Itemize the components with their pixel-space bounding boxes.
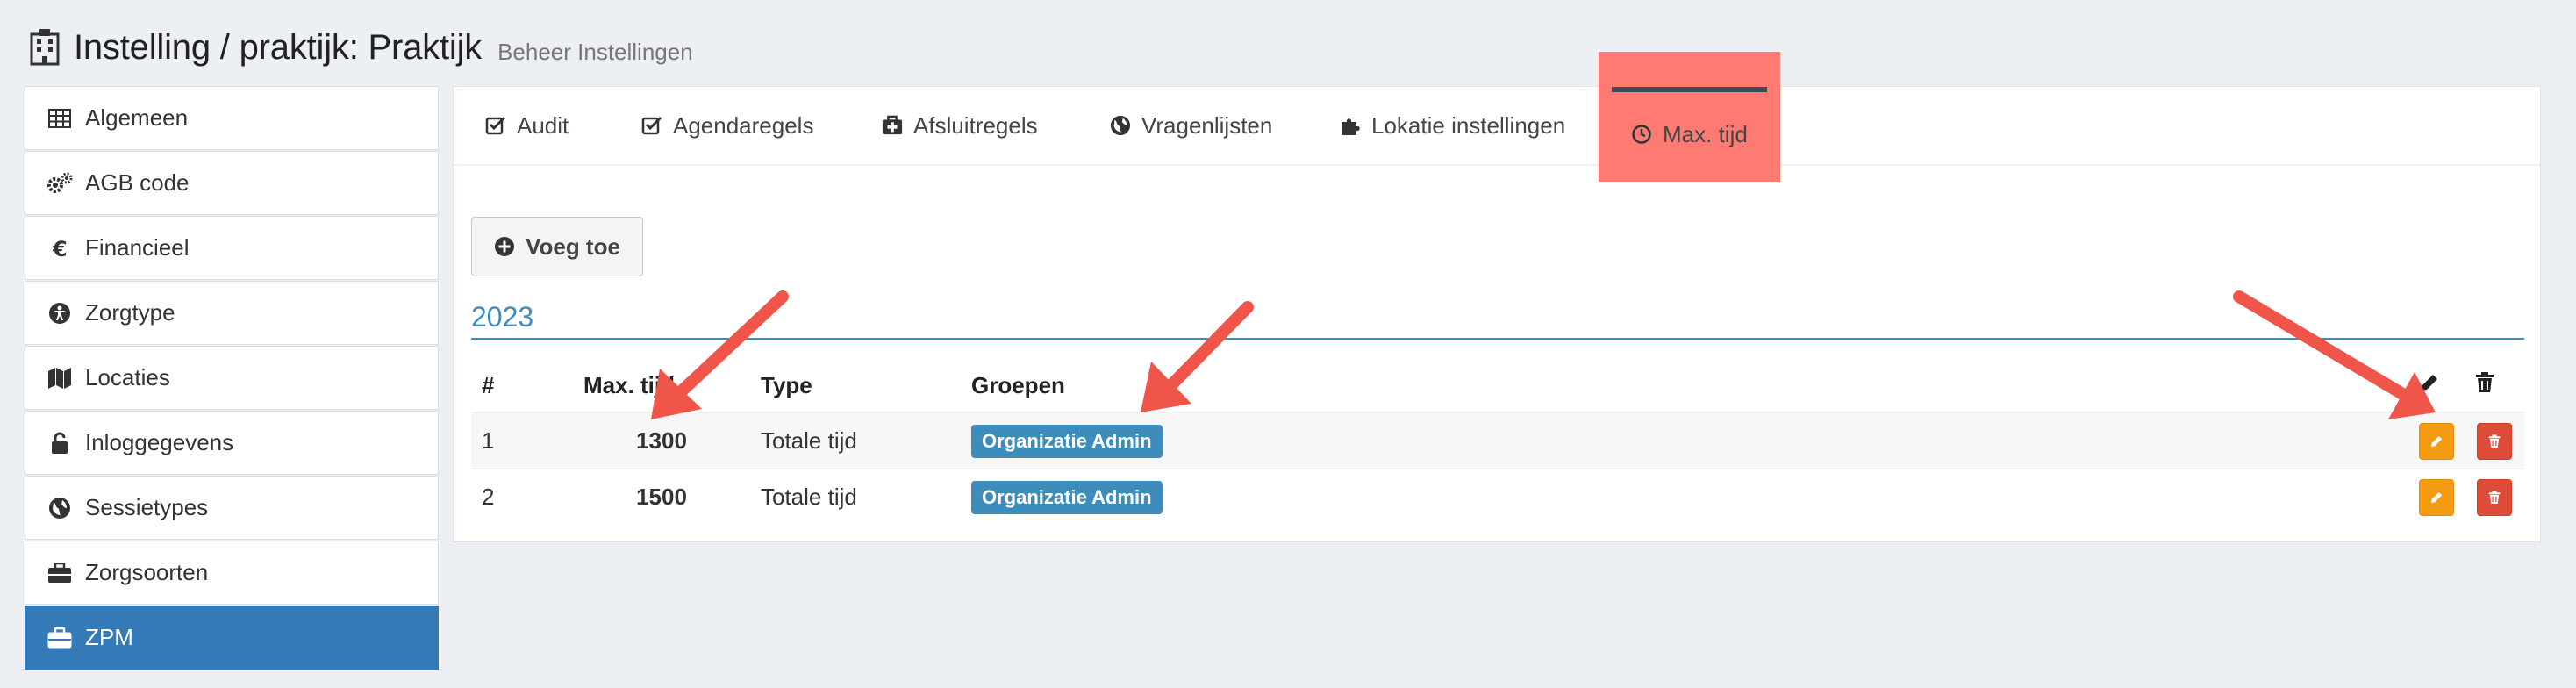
tab-audit[interactable]: Audit <box>485 87 569 164</box>
tab-bar: Audit Agendaregels Afsluitregels Vragenl… <box>454 52 2540 182</box>
check-square-icon <box>485 115 506 136</box>
sidebar-item-agb-code[interactable]: AGB code <box>25 151 439 215</box>
add-button[interactable]: Voeg toe <box>471 217 643 276</box>
row-max-tijd: 1300 <box>573 412 750 469</box>
sidebar-item-label: Inloggegevens <box>85 429 234 455</box>
tab-vragenlijsten[interactable]: Vragenlijsten <box>1110 87 1272 164</box>
row-max-tijd: 1500 <box>573 469 750 525</box>
table-header-row: # Max. tijd Type Groepen <box>471 359 2524 413</box>
row-delete-cell <box>2465 412 2524 469</box>
globe-icon <box>1110 115 1131 136</box>
row-delete-cell <box>2465 469 2524 525</box>
tab-agendaregels[interactable]: Agendaregels <box>641 87 813 164</box>
column-header-type: Type <box>750 359 961 413</box>
sidebar-item-locaties[interactable]: Locaties <box>25 346 439 410</box>
year-divider <box>471 338 2524 340</box>
table-icon <box>47 105 73 132</box>
page-title: Instelling / praktijk: Praktijk <box>74 27 483 67</box>
row-edit-cell <box>2408 469 2465 525</box>
max-time-table: # Max. tijd Type Groepen 1 1300 Totale t… <box>471 359 2524 525</box>
row-groups: Organizatie Admin <box>961 412 2408 469</box>
trash-icon <box>2488 490 2501 504</box>
delete-button[interactable] <box>2477 478 2512 516</box>
year-heading: 2023 <box>471 301 534 333</box>
sidebar-item-label: Zorgsoorten <box>85 559 209 585</box>
globe-icon <box>47 495 73 521</box>
page-subtitle: Beheer Instellingen <box>497 38 693 65</box>
settings-sidebar: Algemeen AGB code € Financieel Zorgtype … <box>25 86 439 670</box>
row-groups: Organizatie Admin <box>961 469 2408 525</box>
sidebar-item-zpm[interactable]: ZPM <box>25 606 439 670</box>
tab-max-tijd[interactable]: Max. tijd <box>1599 52 1780 182</box>
tab-afsluitregels[interactable]: Afsluitregels <box>882 87 1038 164</box>
tab-label: Afsluitregels <box>913 111 1038 139</box>
row-number: 2 <box>471 469 573 525</box>
column-header-num: # <box>471 359 573 413</box>
sidebar-item-algemeen[interactable]: Algemeen <box>25 86 439 150</box>
sidebar-item-label: Locaties <box>85 364 170 391</box>
pencil-icon <box>2431 491 2442 503</box>
map-icon <box>47 365 73 391</box>
sidebar-item-inloggegevens[interactable]: Inloggegevens <box>25 411 439 475</box>
active-tab-indicator <box>1612 87 1767 92</box>
tab-label: Max. tijd <box>1663 120 1748 147</box>
briefcase-icon <box>47 560 73 586</box>
clock-icon <box>1631 124 1652 145</box>
check-square-icon <box>641 115 662 136</box>
universal-access-icon <box>47 300 73 326</box>
sidebar-item-label: Zorgtype <box>85 299 175 326</box>
sidebar-item-zorgsoorten[interactable]: Zorgsoorten <box>25 541 439 605</box>
column-header-groepen: Groepen <box>961 359 2408 413</box>
sidebar-item-label: Algemeen <box>85 104 189 131</box>
building-icon <box>30 29 60 66</box>
row-number: 1 <box>471 412 573 469</box>
sidebar-item-label: AGB code <box>85 169 190 196</box>
group-badge: Organizatie Admin <box>971 480 1163 514</box>
tab-label: Agendaregels <box>673 111 814 139</box>
sidebar-item-financieel[interactable]: € Financieel <box>25 216 439 280</box>
euro-icon: € <box>47 235 73 262</box>
tab-lokatie-instellingen[interactable]: Lokatie instellingen <box>1340 87 1565 164</box>
column-header-delete <box>2465 359 2524 413</box>
unlock-icon <box>47 430 73 456</box>
tab-label: Lokatie instellingen <box>1371 111 1566 139</box>
medkit-icon <box>882 115 903 136</box>
sidebar-item-label: Sessietypes <box>85 494 209 520</box>
puzzle-icon <box>1340 115 1361 136</box>
sidebar-item-label: Financieel <box>85 234 190 261</box>
tab-label: Vragenlijsten <box>1141 111 1273 139</box>
sidebar-item-zorgtype[interactable]: Zorgtype <box>25 281 439 345</box>
sidebar-item-sessietypes[interactable]: Sessietypes <box>25 476 439 540</box>
add-button-label: Voeg toe <box>526 233 620 260</box>
table-row: 1 1300 Totale tijd Organizatie Admin <box>471 412 2524 469</box>
tab-label: Audit <box>517 111 569 139</box>
trash-icon <box>2475 371 2494 398</box>
column-header-edit <box>2408 359 2465 413</box>
edit-button[interactable] <box>2419 478 2454 516</box>
column-header-max-tijd: Max. tijd <box>573 359 750 413</box>
page-header: Instelling / praktijk: Praktijk Beheer I… <box>30 21 693 74</box>
svg-text:€: € <box>52 237 68 260</box>
sidebar-item-label: ZPM <box>85 624 133 650</box>
row-type: Totale tijd <box>750 412 961 469</box>
row-type: Totale tijd <box>750 469 961 525</box>
cogs-icon <box>47 170 73 197</box>
pencil-icon <box>2419 372 2440 398</box>
settings-panel: Audit Agendaregels Afsluitregels Vragenl… <box>453 52 2541 542</box>
plus-circle-icon <box>494 236 515 257</box>
edit-button[interactable] <box>2419 422 2454 460</box>
delete-button[interactable] <box>2477 422 2512 460</box>
trash-icon <box>2488 434 2501 448</box>
group-badge: Organizatie Admin <box>971 424 1163 458</box>
briefcase-icon <box>47 625 73 651</box>
table-row: 2 1500 Totale tijd Organizatie Admin <box>471 469 2524 525</box>
row-edit-cell <box>2408 412 2465 469</box>
pencil-icon <box>2431 435 2442 447</box>
